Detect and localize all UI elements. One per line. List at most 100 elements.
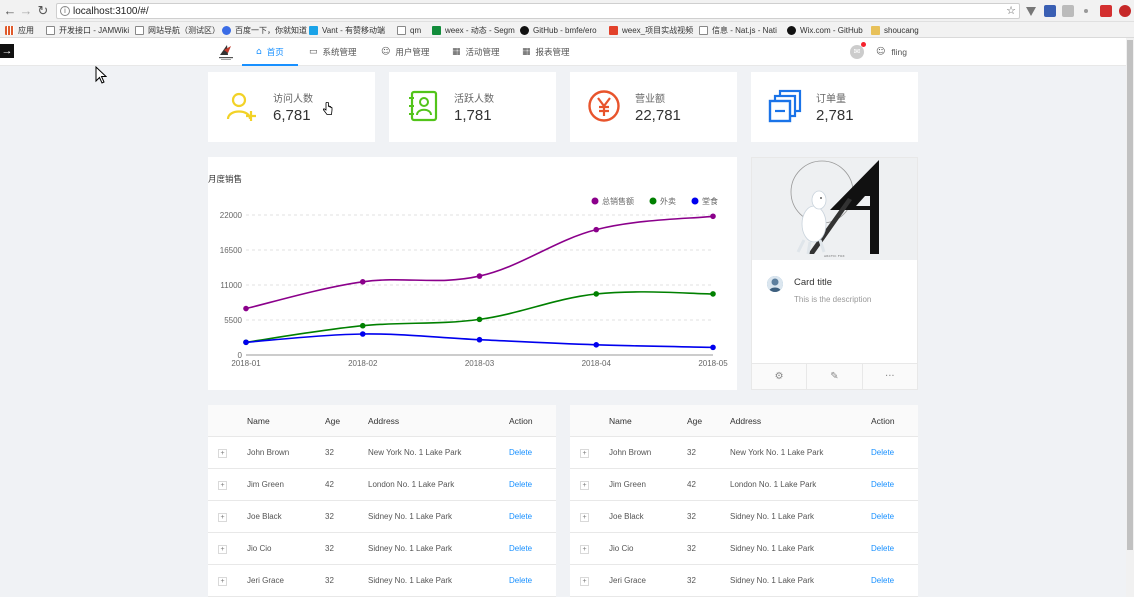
delete-link[interactable]: Delete (871, 565, 894, 597)
menu-activity[interactable]: ▦ 活动管理 (452, 38, 500, 66)
bookmark-item[interactable]: 应用 (5, 24, 34, 36)
url-text[interactable]: localhost:3100/#/ (73, 5, 149, 18)
cell-age: 32 (325, 448, 334, 457)
expand-row-icon[interactable]: + (580, 545, 589, 554)
expand-row-icon[interactable]: + (580, 449, 589, 458)
column-header-action[interactable]: Action (871, 405, 895, 437)
column-header-address[interactable]: Address (730, 405, 761, 437)
qm-icon (397, 25, 406, 35)
table-header: Name Age Address Action (570, 405, 918, 437)
data-table-left: Name Age Address Action + John Brown 32 … (208, 405, 556, 597)
expand-row-icon[interactable]: + (580, 577, 589, 586)
avatar[interactable] (767, 276, 783, 292)
menu-home[interactable]: ⌂ 首页 (242, 38, 298, 66)
stat-card-visitors[interactable]: 访问人数 6,781 (208, 72, 375, 142)
info-icon[interactable]: i (60, 6, 70, 16)
column-header-age[interactable]: Age (687, 405, 702, 437)
extension-gray-icon[interactable] (1062, 5, 1074, 17)
address-bar[interactable]: i localhost:3100/#/ ☆ (56, 3, 1020, 19)
edit-icon[interactable]: ✎ (807, 364, 863, 389)
delete-link[interactable]: Delete (871, 469, 894, 501)
user-menu[interactable]: ☺ fling (876, 38, 907, 66)
column-header-name[interactable]: Name (247, 405, 270, 437)
ellipsis-icon[interactable]: ··· (863, 364, 917, 389)
setting-icon[interactable]: ⚙ (752, 364, 808, 389)
card-description: This is the description (794, 295, 872, 304)
bookmark-item[interactable]: qm (397, 24, 421, 36)
delete-link[interactable]: Delete (871, 437, 894, 469)
bookmark-item[interactable]: 开发接口 - JAMWiki (46, 24, 129, 36)
delete-link[interactable]: Delete (509, 469, 532, 501)
data-point (710, 291, 716, 297)
cell-age: 32 (325, 512, 334, 521)
arctic-fox-logo[interactable] (218, 42, 234, 62)
legend-label: 堂食 (702, 196, 718, 206)
forward-arrow-icon[interactable]: → (18, 3, 34, 19)
expand-row-icon[interactable]: + (218, 577, 227, 586)
expand-row-icon[interactable]: + (580, 481, 589, 490)
card-actions: ⚙ ✎ ··· (752, 363, 917, 389)
data-point (243, 339, 249, 346)
scrollbar-thumb[interactable] (1127, 40, 1133, 550)
x-tick-label: 2018-02 (348, 359, 378, 368)
delete-link[interactable]: Delete (509, 565, 532, 597)
back-arrow-icon[interactable]: ← (2, 3, 18, 19)
delete-link[interactable]: Delete (509, 501, 532, 533)
column-header-name[interactable]: Name (609, 405, 632, 437)
menu-users[interactable]: ☺ 用户管理 (381, 38, 429, 66)
bookmark-item[interactable]: 网站导航（测试区） (135, 24, 220, 36)
bookmark-star-icon[interactable]: ☆ (1006, 4, 1016, 18)
expand-row-icon[interactable]: + (218, 545, 227, 554)
menu-alert-icon[interactable] (1119, 5, 1131, 17)
bookmark-item[interactable]: weex - 动态 - Segm (432, 24, 515, 36)
legend-label: 外卖 (660, 196, 676, 206)
menu-system[interactable]: ▭ 系统管理 (309, 38, 357, 66)
bookmark-item[interactable]: weex_项目实战视频 (609, 24, 693, 36)
stat-card-active[interactable]: 活跃人数 1,781 (389, 72, 556, 142)
cell-age: 42 (325, 480, 334, 489)
hand-pointer-icon (323, 102, 333, 115)
bookmark-item[interactable]: Wix.com - GitHub (787, 24, 863, 36)
menu-reports[interactable]: ▦ 报表管理 (522, 38, 570, 66)
notification-mail-icon[interactable]: ✉ (850, 45, 864, 59)
column-header-address[interactable]: Address (368, 405, 399, 437)
folder-icon (871, 25, 880, 35)
table-row: + Jeri Grace 32 Sidney No. 1 Lake Park D… (570, 565, 918, 597)
x-tick-label: 2018-03 (465, 359, 495, 368)
stat-label: 活跃人数 (454, 94, 494, 105)
bookmark-item[interactable]: GitHub - bmfe/ero (520, 24, 597, 36)
bookmark-item[interactable]: 百度一下，你就知道 (222, 24, 307, 36)
expand-row-icon[interactable]: + (218, 481, 227, 490)
column-header-action[interactable]: Action (509, 405, 533, 437)
avatar-image (767, 276, 783, 292)
delete-link[interactable]: Delete (509, 533, 532, 565)
reload-icon[interactable]: ↻ (35, 3, 51, 19)
bookmark-item[interactable]: 信息 - Nat.js - Nati (699, 24, 777, 36)
expand-row-icon[interactable]: + (580, 513, 589, 522)
page-scrollbar[interactable] (1126, 38, 1134, 597)
bookmark-item[interactable]: Vant - 有赞移动端 (309, 24, 385, 36)
stat-card-revenue[interactable]: 营业额 22,781 (570, 72, 737, 142)
extension-dot-icon[interactable] (1084, 9, 1088, 13)
data-point (593, 291, 600, 297)
bookmark-item[interactable]: shoucang (871, 24, 919, 36)
extension-grid-icon[interactable] (1044, 5, 1056, 17)
cell-address: New York No. 1 Lake Park (730, 448, 824, 457)
baidu-paw-icon (222, 25, 231, 35)
expand-row-icon[interactable]: + (218, 513, 227, 522)
delete-link[interactable]: Delete (509, 437, 532, 469)
video-icon (609, 25, 618, 35)
expand-row-icon[interactable]: + (218, 449, 227, 458)
table-row: + Jeri Grace 32 Sidney No. 1 Lake Park D… (208, 565, 556, 597)
delete-link[interactable]: Delete (871, 533, 894, 565)
delete-link[interactable]: Delete (871, 501, 894, 533)
column-header-age[interactable]: Age (325, 405, 340, 437)
stat-card-orders[interactable]: 订单量 2,781 (751, 72, 918, 142)
browser-toolbar: ← → ↻ i localhost:3100/#/ ☆ (0, 0, 1134, 22)
series-line (245, 215, 714, 310)
extension-red-icon[interactable] (1100, 5, 1112, 17)
data-point (710, 213, 716, 220)
cell-name: John Brown (247, 448, 290, 457)
vue-devtools-icon[interactable] (1026, 7, 1036, 16)
collapse-sidebar-icon[interactable]: → (0, 44, 14, 58)
